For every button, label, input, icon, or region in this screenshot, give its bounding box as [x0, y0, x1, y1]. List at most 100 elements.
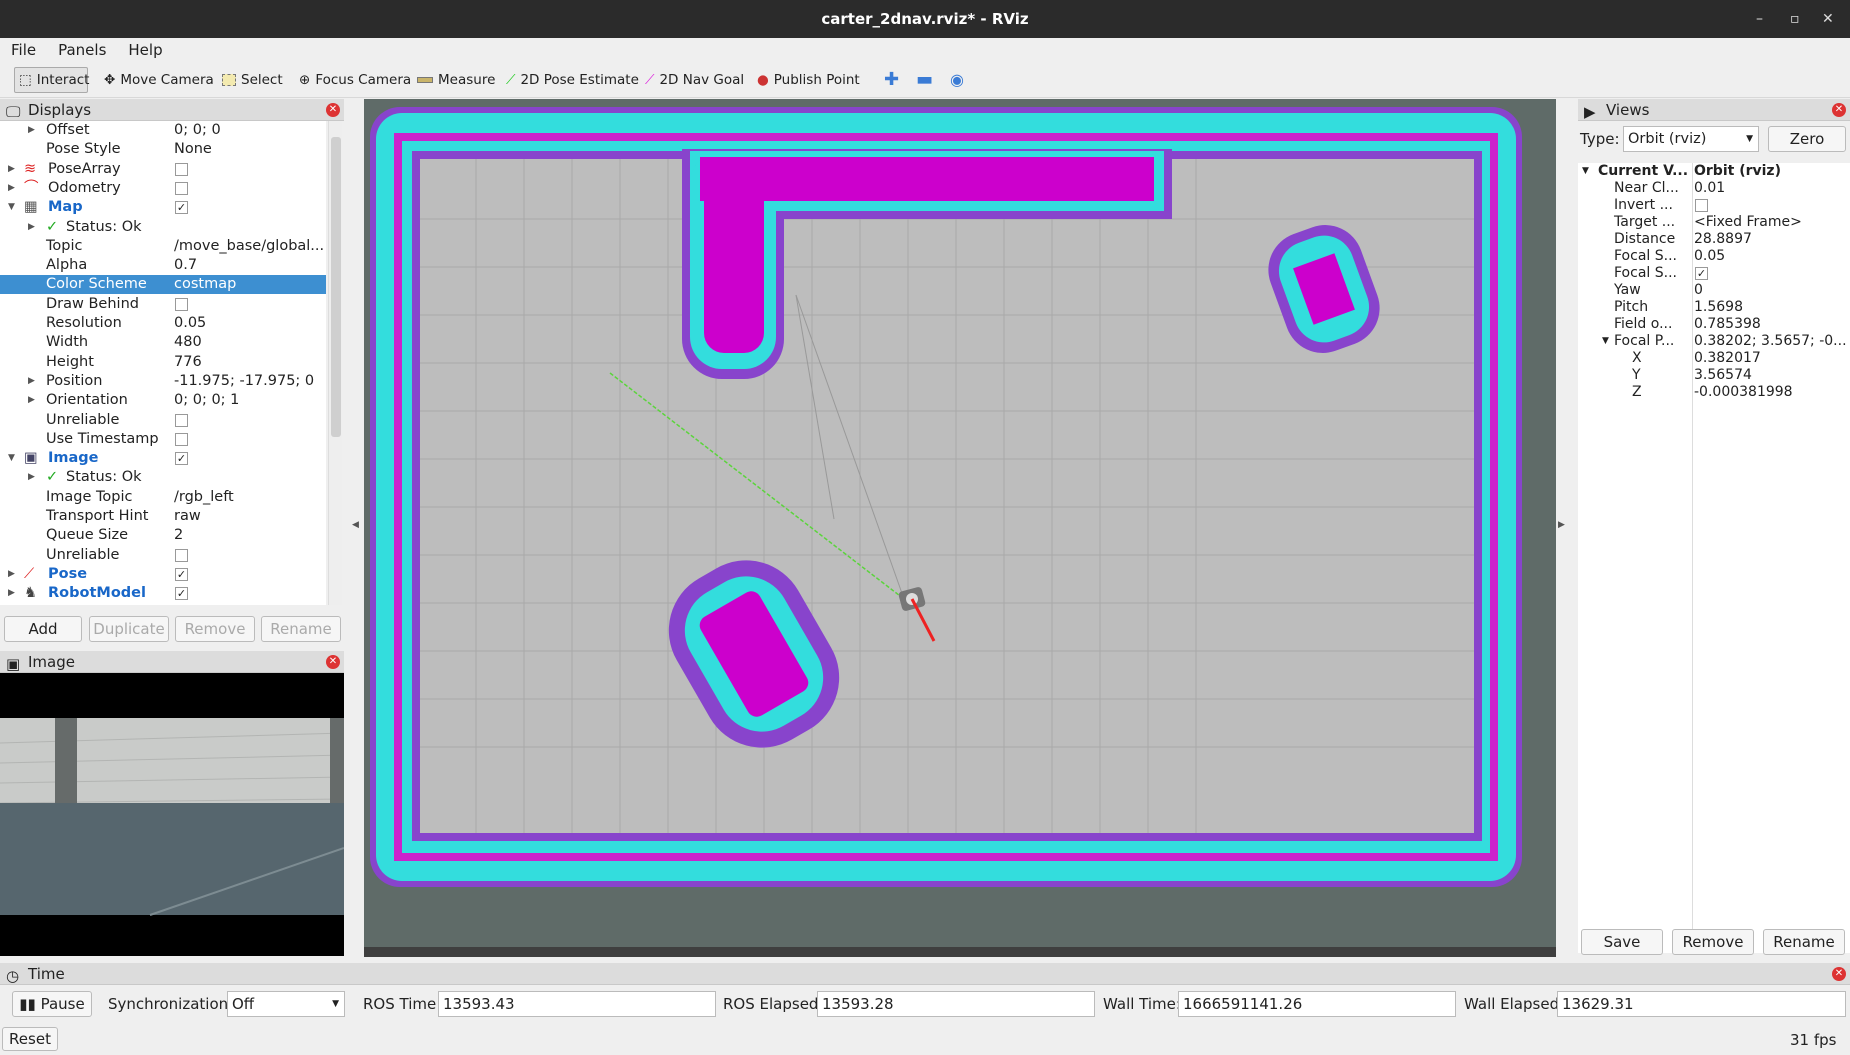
display-checkbox[interactable]: ✓	[175, 452, 188, 466]
add-tool-icon[interactable]: ✚	[880, 67, 899, 93]
collapse-arrow-icon[interactable]: ▼	[8, 198, 15, 217]
eye-icon[interactable]: ◉	[946, 67, 964, 93]
display-row-value[interactable]: 2	[174, 526, 324, 545]
scrollbar-thumb[interactable]	[331, 137, 341, 437]
collapse-arrow-icon[interactable]: ▼	[1602, 333, 1609, 350]
display-row[interactable]: ▶ ⟋ Pose ✓	[0, 565, 326, 584]
display-row-value[interactable]: 0.7	[174, 256, 324, 275]
display-row[interactable]: ▶ ✓ Status: Ok	[0, 468, 326, 487]
display-checkbox[interactable]	[175, 162, 188, 176]
add-button[interactable]: Add	[4, 616, 82, 642]
expand-arrow-icon[interactable]: ▶	[8, 584, 15, 603]
display-row[interactable]: Color Scheme costmap	[0, 275, 326, 295]
wall-time-field[interactable]: 1666591141.26	[1178, 991, 1456, 1017]
view-type-select[interactable]: Orbit (rviz) ▼	[1623, 126, 1759, 152]
close-time-icon[interactable]: ✕	[1832, 967, 1846, 981]
display-checkbox[interactable]	[175, 548, 188, 562]
right-splitter-icon[interactable]: ▶	[1558, 520, 1565, 530]
display-row[interactable]: ▶ Orientation 0; 0; 0; 1	[0, 391, 326, 410]
views-tree[interactable]: ▼ Current V... Orbit (rviz) Near Cl... 0.01 I…	[1578, 163, 1850, 953]
save-view-button[interactable]: Save	[1581, 929, 1663, 955]
wall-elapsed-field[interactable]: 13629.31	[1557, 991, 1846, 1017]
view-property-row[interactable]: Field o... 0.785398	[1578, 316, 1850, 333]
display-row[interactable]: Alpha 0.7	[0, 256, 326, 275]
display-row[interactable]: Unreliable	[0, 411, 326, 430]
tool-move-camera[interactable]: ✥ Move Camera	[100, 67, 214, 93]
display-row-value[interactable]: 0.05	[174, 314, 324, 333]
display-row[interactable]: Image Topic/rgb_left	[0, 488, 326, 507]
view-property-row[interactable]: Distance 28.8897	[1578, 231, 1850, 248]
display-row-value[interactable]: 776	[174, 353, 324, 372]
view-property-row[interactable]: Target ... <Fixed Frame>	[1578, 214, 1850, 231]
display-row[interactable]: ▶ ≋ PoseArray	[0, 160, 326, 179]
display-checkbox[interactable]: ✓	[175, 587, 188, 601]
close-image-icon[interactable]: ✕	[326, 655, 340, 669]
view-property-value[interactable]: 28.8897	[1694, 231, 1848, 248]
tool-focus-camera[interactable]: ⊕ Focus Camera	[295, 67, 411, 93]
displays-tree[interactable]: ▶ Offset 0; 0; 0 Pose Style None ▶ ≋ PoseArray ▶…	[0, 121, 326, 605]
view-property-row[interactable]: Y 3.56574	[1578, 367, 1850, 384]
display-checkbox[interactable]	[175, 297, 188, 311]
display-row[interactable]: Transport Hint raw	[0, 507, 326, 526]
display-row[interactable]: ▶ ♞ RobotModel ✓	[0, 584, 326, 603]
display-row[interactable]: Resolution 0.05	[0, 314, 326, 333]
rename-display-button[interactable]: Rename	[261, 616, 341, 642]
render-view[interactable]	[364, 99, 1556, 957]
display-row-value[interactable]: raw	[174, 507, 324, 526]
view-property-row[interactable]: Yaw 0	[1578, 282, 1850, 299]
view-property-value[interactable]: 0.382017	[1694, 350, 1848, 367]
remove-display-button[interactable]: Remove	[175, 616, 255, 642]
view-property-value[interactable]: 0	[1694, 282, 1848, 299]
display-row[interactable]: ▼ ▦ Map ✓	[0, 198, 326, 217]
display-checkbox[interactable]: ✓	[175, 567, 188, 581]
display-row[interactable]: Height 776	[0, 353, 326, 372]
view-property-value[interactable]: 0.01	[1694, 180, 1848, 197]
close-icon[interactable]: ✕	[1822, 0, 1834, 38]
display-row-value[interactable]: /rgb_left	[174, 488, 324, 507]
minimize-icon[interactable]: –	[1756, 0, 1763, 38]
reset-button[interactable]: Reset	[2, 1027, 58, 1051]
left-splitter-icon[interactable]: ◀	[352, 520, 359, 530]
expand-arrow-icon[interactable]: ▶	[28, 218, 35, 237]
display-checkbox[interactable]	[175, 413, 188, 427]
view-property-row[interactable]: ▼ Focal P... 0.38202; 3.5657; -0....	[1578, 333, 1850, 350]
expand-arrow-icon[interactable]: ▶	[28, 468, 35, 487]
display-row[interactable]: ▶ Offset 0; 0; 0	[0, 121, 326, 140]
display-checkbox[interactable]	[175, 181, 188, 195]
view-property-value[interactable]: 0.05	[1694, 248, 1848, 265]
display-row[interactable]: ▼ ▣ Image ✓	[0, 449, 326, 468]
close-displays-icon[interactable]: ✕	[326, 103, 340, 117]
expand-arrow-icon[interactable]: ▶	[8, 565, 15, 584]
display-checkbox[interactable]	[175, 432, 188, 446]
display-row[interactable]: Width 480	[0, 333, 326, 352]
collapse-arrow-icon[interactable]: ▼	[1582, 163, 1589, 180]
maximize-icon[interactable]: ▫	[1790, 0, 1800, 38]
menu-help[interactable]: Help	[117, 38, 173, 62]
menu-file[interactable]: File	[0, 38, 47, 62]
display-row[interactable]: Use Timestamp	[0, 430, 326, 449]
display-row[interactable]: Unreliable	[0, 546, 326, 565]
display-row-value[interactable]: costmap	[174, 275, 324, 294]
display-checkbox[interactable]: ✓	[175, 201, 188, 215]
menu-panels[interactable]: Panels	[47, 38, 117, 62]
duplicate-button[interactable]: Duplicate	[89, 616, 169, 642]
expand-arrow-icon[interactable]: ▶	[28, 372, 35, 391]
view-property-row[interactable]: Pitch 1.5698	[1578, 299, 1850, 316]
view-property-value[interactable]: 0.785398	[1694, 316, 1848, 333]
collapse-arrow-icon[interactable]: ▼	[8, 449, 15, 468]
view-property-value[interactable]: 0.38202; 3.5657; -0....	[1694, 333, 1848, 350]
display-row[interactable]: Topic/move_base/global...	[0, 237, 326, 256]
view-property-row[interactable]: Z -0.000381998	[1578, 384, 1850, 401]
remove-view-button[interactable]: Remove	[1672, 929, 1754, 955]
display-row-value[interactable]: 0; 0; 0; 1	[174, 391, 324, 410]
view-property-row[interactable]: Invert ...	[1578, 197, 1850, 214]
ros-elapsed-field[interactable]: 13593.28	[817, 991, 1095, 1017]
pause-button[interactable]: ▮▮ Pause	[12, 991, 92, 1017]
view-property-value[interactable]: 3.56574	[1694, 367, 1848, 384]
display-row[interactable]: ▶ ✓ Status: Ok	[0, 218, 326, 237]
display-row-value[interactable]: 0; 0; 0	[174, 121, 324, 140]
display-row[interactable]: Draw Behind	[0, 295, 326, 314]
view-property-value[interactable]: Orbit (rviz)	[1694, 163, 1848, 180]
display-row-value[interactable]: -11.975; -17.975; 0	[174, 372, 324, 391]
tool-publish-point[interactable]: ● Publish Point	[753, 67, 860, 93]
